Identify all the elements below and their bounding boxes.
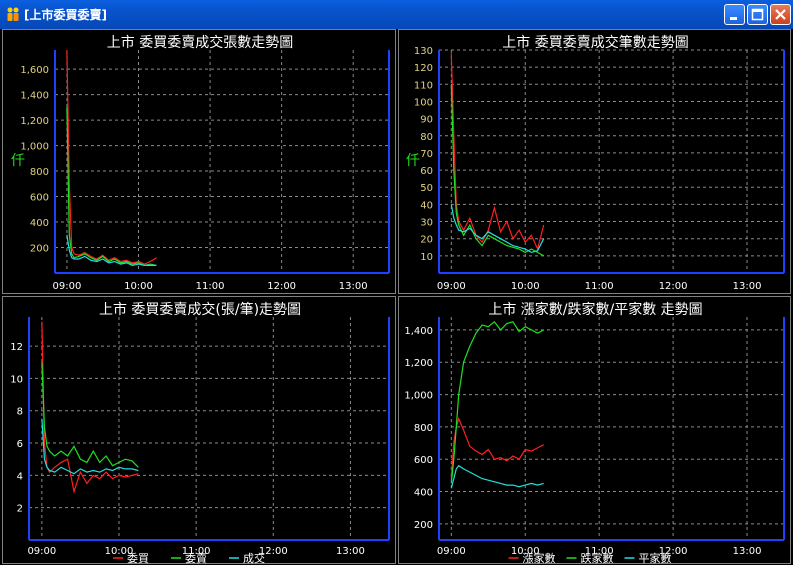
y-axis-label: 仟	[11, 153, 25, 169]
series-line	[450, 204, 545, 254]
y-tick-label: 90	[420, 115, 433, 126]
chart-title: 上市 委買委賣成交(張/筆)走勢圖	[99, 301, 301, 318]
x-tick-label: 09:00	[437, 546, 466, 557]
y-tick-label: 600	[30, 193, 49, 204]
y-tick-label: 30	[420, 218, 433, 229]
y-tick-label: 800	[414, 423, 433, 434]
y-tick-label: 120	[414, 63, 433, 74]
chart-panel-trades: 上市 委買委賣成交筆數走勢圖 09:00 10:00 11:00 12:00 13:00 1…	[398, 29, 791, 294]
x-tick-label: 09:00	[53, 281, 82, 292]
minimize-icon	[730, 17, 737, 20]
series-line	[66, 107, 157, 267]
title-bar[interactable]: [上市委買委賣]	[0, 0, 793, 29]
y-tick-label: 10	[10, 374, 23, 385]
window-title: [上市委買委賣]	[24, 8, 107, 22]
series-line	[450, 464, 544, 489]
y-tick-label: 50	[420, 183, 433, 194]
x-tick-label: 09:00	[437, 281, 466, 292]
chart-panel-ratio: 上市 委買委賣成交(張/筆)走勢圖 09:00 10:00 11:00 12:00 13:…	[2, 296, 396, 565]
y-tick-label: 110	[414, 80, 433, 91]
y-tick-label: 60	[420, 166, 433, 177]
y-tick-label: 20	[420, 235, 433, 246]
x-tick-label: 12:00	[267, 281, 296, 292]
x-tick-label: 13:00	[733, 281, 762, 292]
app-window: [上市委買委賣] 上市 委買委賣成交張數走勢圖 09:00 10:00 11:00 12…	[0, 0, 793, 565]
series-line	[450, 53, 545, 251]
charts-area: 上市 委買委賣成交張數走勢圖 09:00 10:00 11:00 12:00 13:00 2…	[0, 29, 793, 565]
series-line	[41, 321, 139, 494]
series-line	[66, 49, 157, 265]
chart-title: 上市 委買委賣成交筆數走勢圖	[502, 34, 688, 51]
y-tick-label: 80	[420, 132, 433, 143]
chart-svg: 上市 委買委賣成交(張/筆)走勢圖09:00 10:00 11:00 12:00 13:…	[10, 301, 390, 565]
y-tick-label: 70	[420, 149, 433, 160]
legend-label: 委買	[127, 552, 149, 565]
legend-label: 跌家數	[581, 551, 614, 565]
y-tick-label: 400	[414, 488, 433, 499]
chart-title: 上市 漲家數/跌家數/平家數 走勢圖	[488, 301, 702, 318]
maximize-button[interactable]	[747, 4, 768, 25]
chart-panel-volume: 上市 委買委賣成交張數走勢圖 09:00 10:00 11:00 12:00 13:00 2…	[2, 29, 396, 294]
y-tick-label: 130	[414, 46, 433, 57]
chart-svg: 上市 委買委賣成交筆數走勢圖 09:00 10:00 11:00 12:00 13:00 1…	[406, 34, 785, 292]
y-tick-label: 8	[17, 407, 23, 418]
close-icon	[775, 9, 786, 20]
x-tick-label: 13:00	[339, 281, 368, 292]
x-tick-label: 12:00	[659, 281, 688, 292]
y-axis-label: 仟	[406, 153, 420, 169]
x-tick-label: 11:00	[585, 281, 614, 292]
x-tick-label: 10:00	[511, 281, 540, 292]
y-tick-label: 100	[414, 97, 433, 108]
maximize-icon	[751, 8, 764, 21]
legend-label: 成交	[243, 551, 265, 565]
x-tick-label: 09:00	[27, 546, 56, 557]
chart-svg: 上市 漲家數/跌家數/平家數 走勢圖09:00 10:00 11:00 12:00 13…	[404, 301, 785, 565]
y-tick-label: 1,000	[404, 391, 433, 402]
y-tick-label: 1,400	[404, 326, 433, 337]
people-icon	[7, 7, 19, 21]
legend-label: 平家數	[639, 551, 672, 565]
y-tick-label: 10	[420, 252, 433, 263]
x-tick-label: 10:00	[124, 281, 153, 292]
x-tick-label: 13:00	[733, 546, 762, 557]
chart-panel-advance-decline: 上市 漲家數/跌家數/平家數 走勢圖 09:00 10:00 11:00 12:00 13…	[398, 296, 791, 565]
y-tick-label: 4	[17, 471, 23, 482]
close-button[interactable]	[770, 4, 791, 25]
y-tick-label: 200	[30, 244, 49, 255]
y-tick-label: 800	[30, 167, 49, 178]
y-tick-label: 400	[30, 218, 49, 229]
y-tick-label: 6	[17, 439, 23, 450]
chart-title: 上市 委買委賣成交張數走勢圖	[107, 34, 293, 51]
y-tick-label: 1,600	[20, 65, 49, 76]
legend-label: 漲家數	[523, 551, 556, 565]
y-tick-label: 40	[420, 200, 433, 211]
y-tick-label: 12	[10, 342, 23, 353]
y-tick-label: 1,200	[20, 116, 49, 127]
y-tick-label: 2	[17, 504, 23, 515]
y-tick-label: 1,400	[20, 91, 49, 102]
y-tick-label: 1,200	[404, 358, 433, 369]
y-tick-label: 1,000	[20, 142, 49, 153]
chart-svg: 上市 委買委賣成交張數走勢圖 09:00 10:00 11:00 12:00 13:00 2…	[11, 34, 390, 292]
y-tick-label: 600	[414, 455, 433, 466]
minimize-button[interactable]	[724, 4, 745, 25]
y-tick-label: 200	[414, 520, 433, 531]
x-tick-label: 13:00	[336, 546, 365, 557]
legend-label: 委賣	[185, 551, 207, 565]
x-tick-label: 11:00	[196, 281, 225, 292]
